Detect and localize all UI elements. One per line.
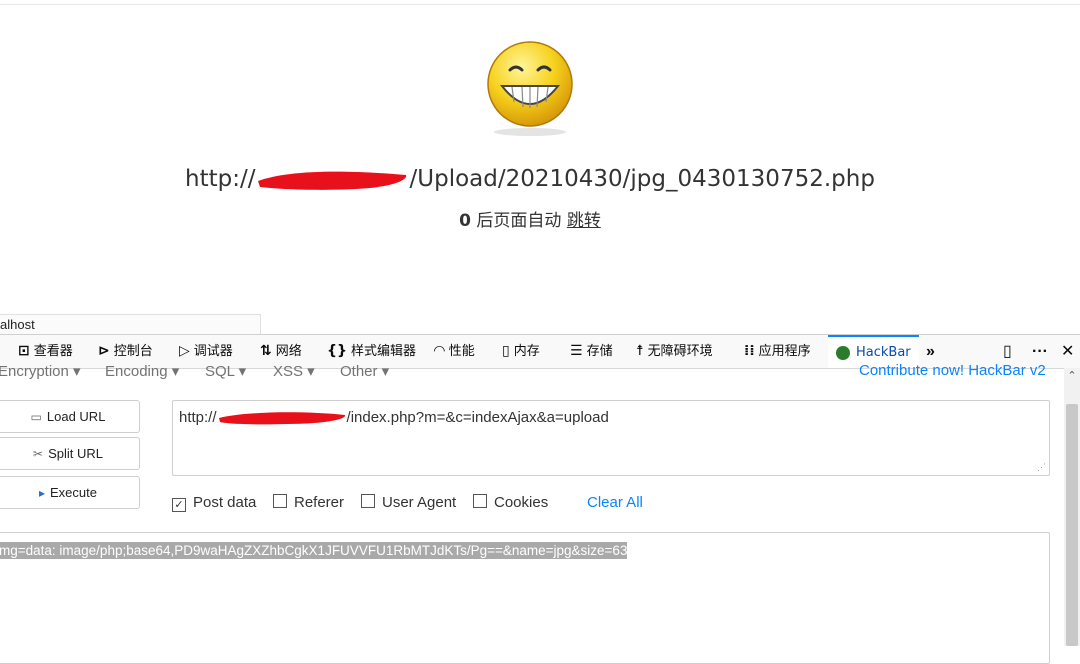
tab-performance[interactable]: ◠ 性能 [434,335,475,368]
sql-menu[interactable]: SQL ▾ [205,362,246,380]
inspector-icon: ⊡ [18,343,30,359]
redirect-text: 后页面自动 [471,211,567,231]
application-icon: ⁞⁞ [744,343,755,359]
clear-all-link[interactable]: Clear All [587,494,643,511]
storage-icon: ☰ [570,343,583,359]
hackbar-icon [836,345,850,360]
tab-application[interactable]: ⁞⁞ 应用程序 [744,335,811,368]
close-icon[interactable]: ✕ [1061,335,1074,368]
tab-storage[interactable]: ☰ 存储 [570,335,613,368]
url-redaction-mark [217,410,347,426]
xss-menu[interactable]: XSS ▾ [273,362,315,380]
redirect-link[interactable]: 跳转 [567,211,601,231]
encryption-menu[interactable]: Encryption ▾ [0,362,81,380]
network-icon: ⇅ [260,343,272,359]
checkbox-icon [361,494,375,508]
referer-checkbox[interactable]: Referer [273,494,344,514]
url-textarea[interactable]: http:// /index.php?m=&c=indexAjax&a=uploa… [172,400,1050,476]
checkbox-icon [473,494,487,508]
upload-path-message: http:// /Upload/20210430/jpg_0430130752.p… [0,166,1060,192]
hackbar-menu: Encryption ▾ Encoding ▾ SQL ▾ XSS ▾ Othe… [0,362,1064,392]
post-data-checkbox[interactable]: ✓ Post data [172,494,256,514]
tab-accessibility[interactable]: ☨ 无障碍环境 [636,335,713,368]
console-icon: ⊳ [98,343,110,359]
grinning-smiley-icon [487,41,573,136]
redirect-countdown: 0 后页面自动 跳转 [0,206,1060,231]
upload-url-prefix: http:// [185,166,256,192]
url-path: /index.php?m=&c=indexAjax&a=upload [346,409,609,426]
checkbox-icon [273,494,287,508]
debugger-icon: ▷ [179,343,190,359]
checkbox-checked-icon: ✓ [172,498,186,512]
performance-icon: ◠ [434,343,445,359]
post-data-textarea[interactable]: mg=data: image/php;base64,PD9waHAgZXZhbC… [0,532,1050,664]
load-url-button[interactable]: ▭ Load URL [0,400,140,433]
upload-url-path: /Upload/20210430/jpg_0430130752.php [409,166,875,192]
style-editor-icon: {} [327,343,347,359]
scissors-icon: ✂ [33,447,44,461]
resize-handle-icon[interactable]: ⋰ [1037,462,1046,473]
redaction-mark [256,169,410,191]
url-prefix: http:// [179,409,217,426]
execute-button[interactable]: ▸ Execute [0,476,140,509]
user-agent-checkbox[interactable]: User Agent [361,494,456,514]
top-divider [0,4,1080,5]
cookies-checkbox[interactable]: Cookies [473,494,548,514]
scrollbar-thumb[interactable] [1066,404,1078,646]
tab-memory[interactable]: ▯ 内存 [502,335,540,368]
play-icon: ▸ [38,486,46,500]
split-url-button[interactable]: ✂ Split URL [0,437,140,470]
browser-tab-title[interactable]: alhost [0,314,261,335]
memory-icon: ▯ [502,343,510,359]
load-url-icon: ▭ [30,410,42,424]
post-body-text: mg=data: image/php;base64,PD9waHAgZXZhbC… [0,542,628,559]
countdown-number: 0 [459,211,472,231]
scroll-up-icon[interactable]: ⌃ [1064,368,1080,384]
other-menu[interactable]: Other ▾ [340,362,389,380]
encoding-menu[interactable]: Encoding ▾ [105,362,179,380]
contribute-link[interactable]: Contribute now! HackBar v2 [859,362,1046,379]
accessibility-icon: ☨ [636,343,644,359]
